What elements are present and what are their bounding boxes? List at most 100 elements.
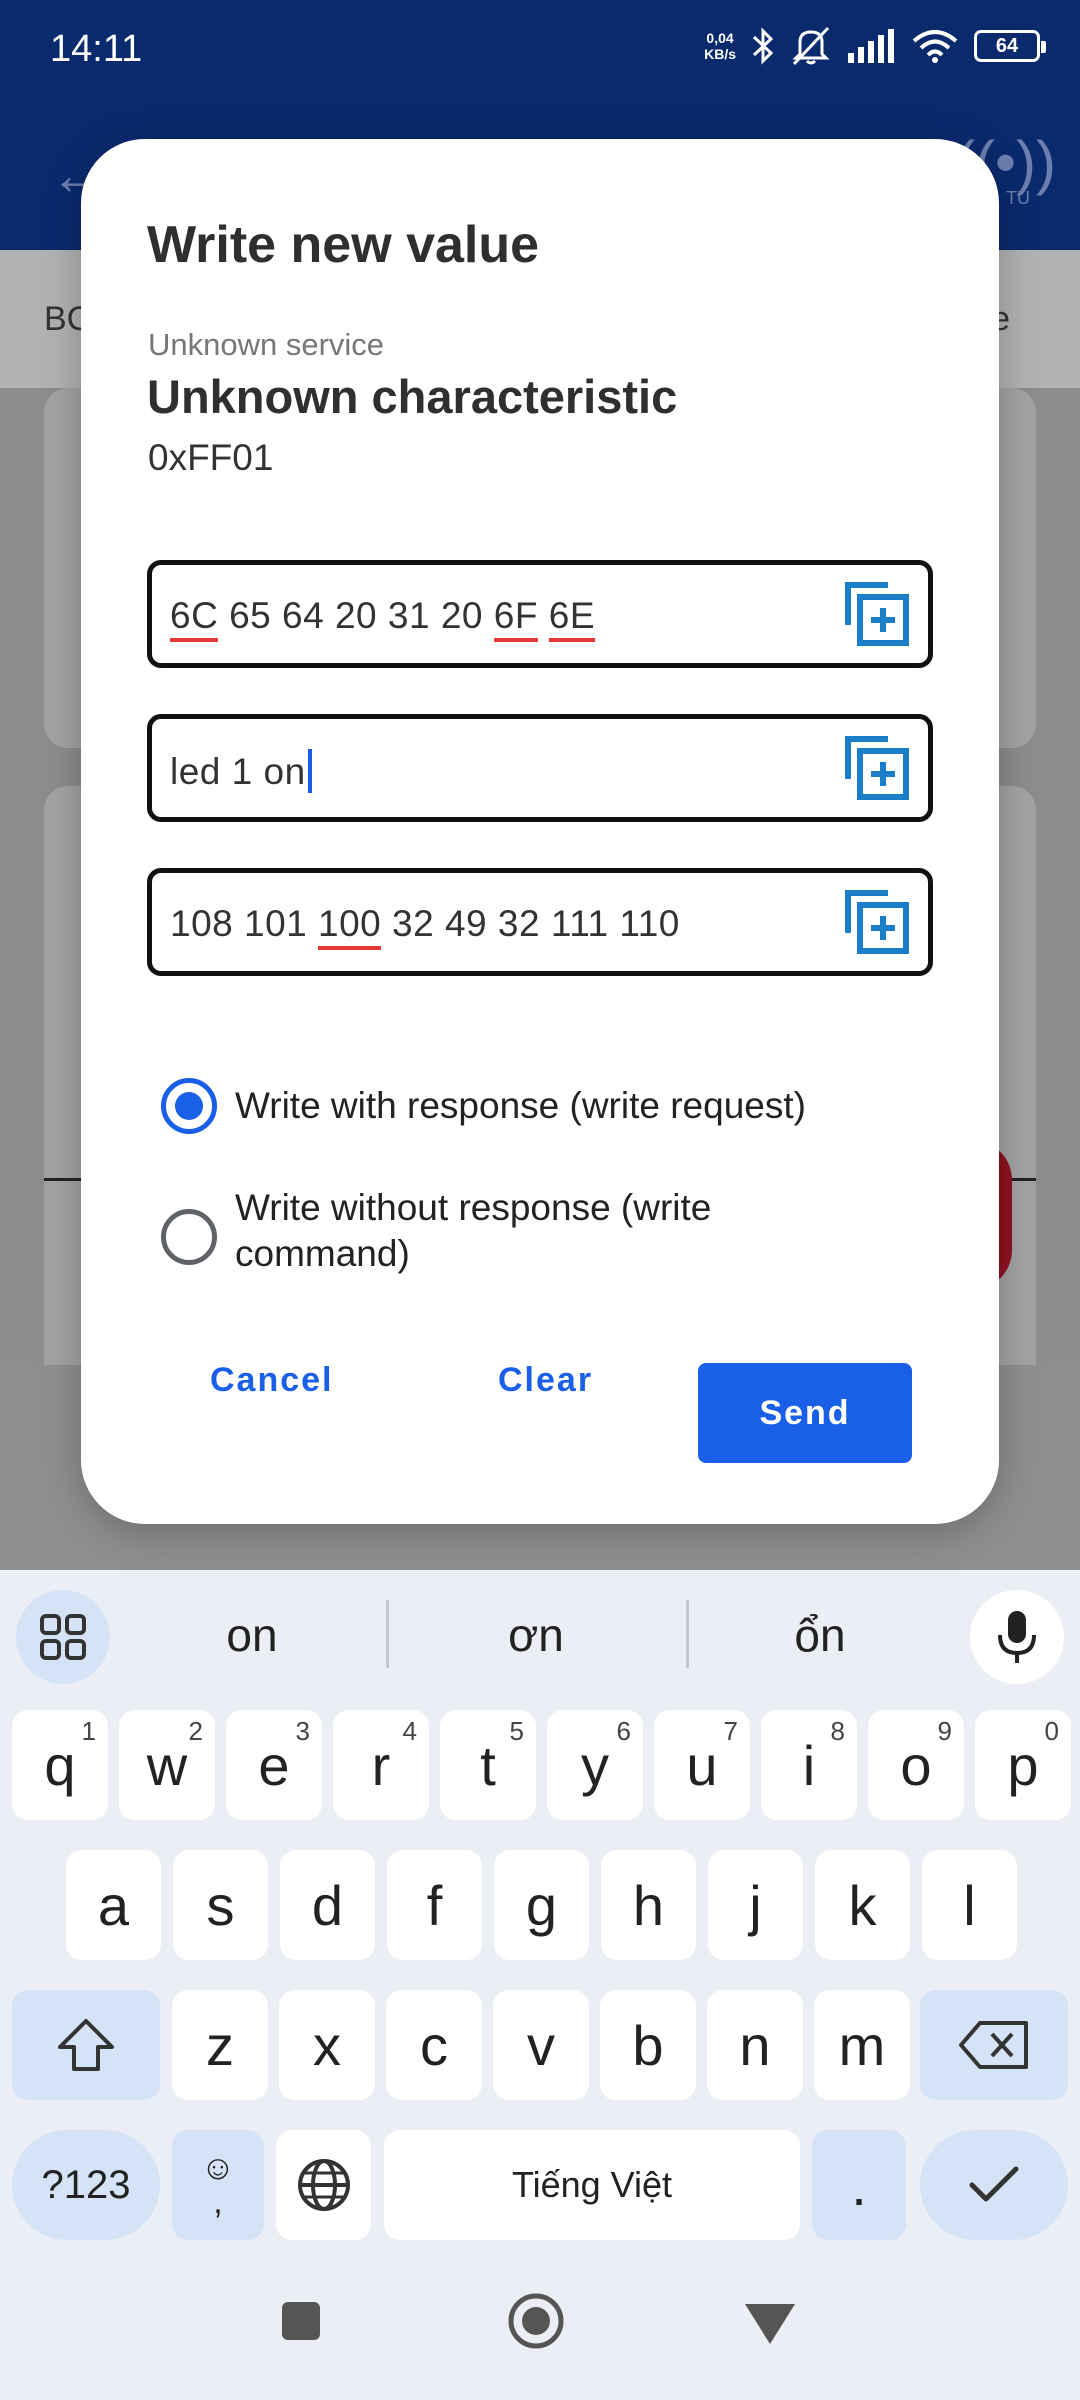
key-hint: 7 bbox=[723, 1716, 738, 1746]
service-name: Unknown service bbox=[148, 327, 385, 362]
key-z[interactable]: z bbox=[172, 1990, 268, 2100]
key-hint: 4 bbox=[402, 1716, 417, 1746]
battery-indicator: 64 bbox=[974, 30, 1046, 62]
backspace-key[interactable] bbox=[920, 1990, 1068, 2100]
write-without-response-label: Write without response (write command) bbox=[235, 1187, 712, 1274]
status-bar: 14:11 0,04 KB/s 64 bbox=[0, 0, 1080, 100]
key-x[interactable]: x bbox=[279, 1990, 375, 2100]
copy-to-clipboard-icon[interactable] bbox=[842, 887, 912, 957]
key-k[interactable]: k bbox=[815, 1850, 910, 1960]
keyboard-apps-button[interactable] bbox=[16, 1590, 110, 1684]
write-without-response-option[interactable]: Write without response (write command) bbox=[161, 1185, 835, 1277]
hex-byte: 64 bbox=[282, 595, 325, 636]
suggestion-1[interactable]: on bbox=[102, 1608, 402, 1662]
key-g[interactable]: g bbox=[494, 1850, 589, 1960]
key-label: y bbox=[581, 1733, 609, 1797]
key-b[interactable]: b bbox=[600, 1990, 696, 2100]
key-q[interactable]: q1 bbox=[12, 1710, 108, 1820]
microphone-icon bbox=[998, 1611, 1036, 1663]
radio-unselected[interactable] bbox=[161, 1209, 217, 1265]
key-c[interactable]: c bbox=[386, 1990, 482, 2100]
radio-selected[interactable] bbox=[161, 1078, 217, 1134]
key-hint: 2 bbox=[188, 1716, 203, 1746]
network-speed: 0,04 KB/s bbox=[704, 30, 736, 62]
key-label: i bbox=[802, 1733, 816, 1797]
copy-to-clipboard-icon[interactable] bbox=[842, 733, 912, 803]
key-v[interactable]: v bbox=[493, 1990, 589, 2100]
key-u[interactable]: u7 bbox=[654, 1710, 750, 1820]
key-l[interactable]: l bbox=[922, 1850, 1017, 1960]
emoji-icon: ☺ bbox=[200, 2149, 236, 2187]
text-value-field[interactable]: led 1 on bbox=[147, 714, 933, 822]
write-with-response-option[interactable]: Write with response (write request) bbox=[161, 1078, 835, 1134]
hex-value-text[interactable]: 6C 65 64 20 31 20 6F 6E bbox=[170, 595, 596, 642]
enter-key[interactable] bbox=[920, 2130, 1068, 2240]
key-a[interactable]: a bbox=[66, 1850, 161, 1960]
checkmark-icon bbox=[969, 2166, 1019, 2202]
send-button[interactable]: Send bbox=[698, 1363, 912, 1463]
suggestion-2[interactable]: ơn bbox=[386, 1608, 686, 1662]
key-label: w bbox=[146, 1733, 188, 1797]
hex-byte: 20 bbox=[440, 595, 483, 636]
language-key[interactable] bbox=[276, 2130, 371, 2240]
key-d[interactable]: d bbox=[280, 1850, 375, 1960]
copy-to-clipboard-icon[interactable] bbox=[842, 579, 912, 649]
cancel-button[interactable]: Cancel bbox=[210, 1361, 334, 1400]
shift-key[interactable] bbox=[12, 1990, 160, 2100]
key-label: o bbox=[900, 1733, 932, 1797]
suggestion-3[interactable]: ổn bbox=[670, 1608, 970, 1662]
key-s[interactable]: s bbox=[173, 1850, 268, 1960]
write-with-response-label: Write with response (write request) bbox=[235, 1085, 806, 1126]
hex-byte: 6C bbox=[170, 595, 219, 642]
text-cursor bbox=[307, 749, 312, 793]
grid-icon bbox=[40, 1614, 86, 1660]
decimal-value-text[interactable]: 108 101 100 32 49 32 111 110 bbox=[170, 903, 680, 950]
key-label: e bbox=[258, 1733, 290, 1797]
hex-byte: 20 bbox=[334, 595, 378, 636]
key-n[interactable]: n bbox=[707, 1990, 803, 2100]
key-f[interactable]: f bbox=[387, 1850, 482, 1960]
key-r[interactable]: r4 bbox=[333, 1710, 429, 1820]
key-m[interactable]: m bbox=[814, 1990, 910, 2100]
wifi-icon bbox=[912, 30, 958, 63]
symbols-key[interactable]: ?123 bbox=[12, 2130, 160, 2240]
back-icon[interactable] bbox=[745, 2304, 795, 2344]
navigation-bar bbox=[0, 2240, 1080, 2400]
home-icon[interactable] bbox=[507, 2292, 565, 2350]
emoji-key[interactable]: ☺ , bbox=[172, 2130, 264, 2240]
text-value: led 1 on bbox=[170, 751, 306, 792]
key-hint: 5 bbox=[509, 1716, 524, 1746]
status-icons: 0,04 KB/s 64 bbox=[704, 26, 1046, 66]
backspace-icon bbox=[959, 2021, 1028, 2069]
key-h[interactable]: h bbox=[601, 1850, 696, 1960]
key-label: q bbox=[44, 1733, 76, 1797]
key-hint: 3 bbox=[295, 1716, 310, 1746]
key-e[interactable]: e3 bbox=[226, 1710, 322, 1820]
network-speed-value: 0,04 bbox=[706, 30, 734, 46]
period-key[interactable]: . bbox=[812, 2130, 906, 2240]
globe-icon bbox=[297, 2159, 350, 2211]
space-key[interactable]: Tiếng Việt bbox=[384, 2130, 800, 2240]
decimal-byte: 110 bbox=[619, 903, 680, 944]
clear-button[interactable]: Clear bbox=[498, 1361, 593, 1400]
key-y[interactable]: y6 bbox=[547, 1710, 643, 1820]
suggestion-bar: on ơn ổn bbox=[0, 1570, 1080, 1690]
voice-input-button[interactable] bbox=[970, 1590, 1064, 1684]
mtu-label: TU bbox=[1006, 188, 1030, 208]
hex-value-field[interactable]: 6C 65 64 20 31 20 6F 6E bbox=[147, 560, 933, 668]
key-i[interactable]: i8 bbox=[761, 1710, 857, 1820]
key-j[interactable]: j bbox=[708, 1850, 803, 1960]
decimal-byte: 49 bbox=[444, 903, 488, 944]
characteristic-uuid: 0xFF01 bbox=[148, 437, 274, 478]
text-value-input[interactable]: led 1 on bbox=[170, 749, 312, 793]
key-t[interactable]: t5 bbox=[440, 1710, 536, 1820]
key-w[interactable]: w2 bbox=[119, 1710, 215, 1820]
key-o[interactable]: o9 bbox=[868, 1710, 964, 1820]
decimal-value-field[interactable]: 108 101 100 32 49 32 111 110 bbox=[147, 868, 933, 976]
key-hint: 9 bbox=[937, 1716, 952, 1746]
recent-apps-icon[interactable] bbox=[282, 2302, 320, 2340]
decimal-byte: 32 bbox=[497, 903, 541, 944]
key-p[interactable]: p0 bbox=[975, 1710, 1071, 1820]
hex-byte: 6F bbox=[493, 595, 538, 642]
decimal-byte: 100 bbox=[318, 903, 382, 950]
